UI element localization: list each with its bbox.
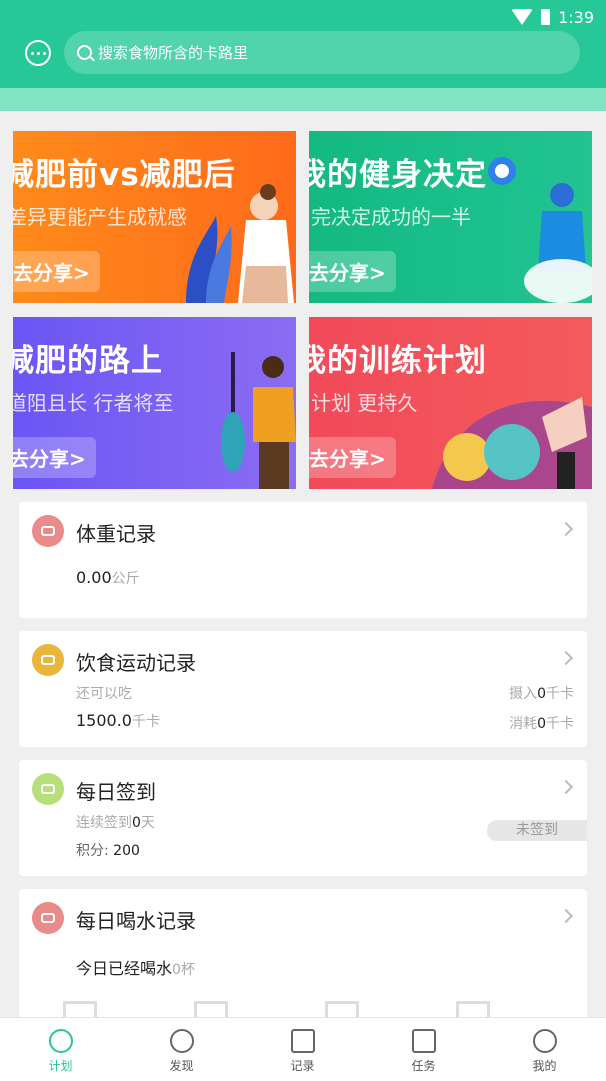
streak-value: 0 xyxy=(132,815,141,831)
woman-ball-illustration xyxy=(488,157,592,303)
app-header: 1:39 搜索食物所含的卡路里 xyxy=(0,0,606,88)
tab-label: 发现 xyxy=(169,1059,194,1073)
message-icon[interactable] xyxy=(25,40,51,66)
card-title: 每日签到 xyxy=(76,780,156,804)
water-label: 今日已经喝水 xyxy=(76,959,173,978)
weight-card[interactable]: 体重记录 0.00公斤 xyxy=(19,502,587,618)
wifi-icon xyxy=(511,9,534,25)
plan-icon xyxy=(48,1029,73,1053)
burn-label: 消耗 xyxy=(509,716,538,732)
banner-before-after[interactable]: 减肥前vs减肥后 差异更能产生成就感 去分享> xyxy=(13,131,296,303)
burn-unit: 千卡 xyxy=(546,716,574,732)
water-unit: 杯 xyxy=(180,962,195,978)
points-label: 积分: xyxy=(76,843,109,859)
checkin-card[interactable]: 每日签到 连续签到0天 积分: 200 未签到 xyxy=(19,760,587,876)
battery-icon xyxy=(541,9,551,25)
intake-unit: 千卡 xyxy=(546,686,574,702)
checkin-status-button[interactable]: 未签到 xyxy=(487,820,587,841)
search-input[interactable]: 搜索食物所含的卡路里 xyxy=(64,31,580,74)
banner-fitness-decision[interactable]: 我的健身决定 完决定成功的一半 去分享> xyxy=(309,131,592,303)
weight-unit: 公斤 xyxy=(111,571,140,587)
card-title: 每日喝水记录 xyxy=(76,909,196,933)
search-icon xyxy=(77,45,92,60)
profile-icon xyxy=(532,1029,557,1053)
tab-discover[interactable]: 发现 xyxy=(121,1018,242,1081)
tab-label: 任务 xyxy=(411,1059,436,1073)
share-button[interactable]: 去分享> xyxy=(309,437,396,478)
food-icon xyxy=(32,644,64,676)
compass-icon xyxy=(169,1029,194,1053)
points-value: 200 xyxy=(113,843,140,859)
can-eat-value: 1500.0 xyxy=(76,711,132,730)
banner-subtitle: 计划 更持久 xyxy=(311,391,418,415)
banner-subtitle: 差异更能产生成就感 xyxy=(13,205,187,229)
card-title: 饮食运动记录 xyxy=(76,651,196,675)
share-button[interactable]: 去分享> xyxy=(309,251,396,292)
streak-unit: 天 xyxy=(140,815,155,831)
chevron-right-icon xyxy=(558,779,574,795)
can-eat-unit: 千卡 xyxy=(131,714,160,730)
streak-label: 连续签到 xyxy=(76,815,132,831)
chevron-right-icon xyxy=(558,908,574,924)
banner-training-plan[interactable]: 我的训练计划 计划 更持久 去分享> xyxy=(309,317,592,489)
banner-title: 我的健身决定 xyxy=(309,157,487,193)
tab-label: 计划 xyxy=(48,1059,73,1073)
chevron-right-icon xyxy=(558,521,574,537)
weight-value: 0.00 xyxy=(76,568,112,587)
water-card[interactable]: 每日喝水记录 今日已经喝水0杯 xyxy=(19,889,587,1029)
status-bar: 1:39 xyxy=(511,6,594,28)
can-eat-label: 还可以吃 xyxy=(76,686,132,702)
water-cup-icon xyxy=(32,902,64,934)
banner-subtitle: 完决定成功的一半 xyxy=(311,205,471,229)
boxer-illustration xyxy=(221,352,296,489)
scale-icon xyxy=(32,515,64,547)
bottom-tab-bar: 计划 发现 记录 任务 我的 xyxy=(0,1017,606,1081)
tab-label: 记录 xyxy=(290,1059,315,1073)
woman-illustration xyxy=(186,184,294,303)
tab-record[interactable]: 记录 xyxy=(242,1018,363,1081)
share-button[interactable]: 去分享> xyxy=(13,437,96,478)
burn-value: 0 xyxy=(537,716,546,732)
banner-title: 减肥的路上 xyxy=(13,343,163,379)
header-band xyxy=(0,88,606,111)
tab-profile[interactable]: 我的 xyxy=(484,1018,605,1081)
banner-weight-loss-road[interactable]: 减肥的路上 道阻且长 行者将至 去分享> xyxy=(13,317,296,489)
task-icon xyxy=(411,1029,436,1053)
record-icon xyxy=(290,1029,315,1053)
calendar-icon xyxy=(32,773,64,805)
tab-task[interactable]: 任务 xyxy=(363,1018,484,1081)
search-placeholder: 搜索食物所含的卡路里 xyxy=(98,44,249,62)
kettlebell-illustration xyxy=(432,397,592,489)
tab-label: 我的 xyxy=(532,1059,557,1073)
intake-value: 0 xyxy=(537,686,546,702)
status-time: 1:39 xyxy=(558,7,594,27)
tab-plan[interactable]: 计划 xyxy=(0,1018,121,1081)
water-value: 0 xyxy=(172,962,181,978)
card-title: 体重记录 xyxy=(76,522,156,546)
banner-subtitle: 道阻且长 行者将至 xyxy=(13,391,174,415)
share-button[interactable]: 去分享> xyxy=(13,251,100,292)
diet-exercise-card[interactable]: 饮食运动记录 还可以吃 1500.0千卡 摄入0千卡 消耗0千卡 xyxy=(19,631,587,747)
intake-label: 摄入 xyxy=(509,686,538,702)
chevron-right-icon xyxy=(558,650,574,666)
